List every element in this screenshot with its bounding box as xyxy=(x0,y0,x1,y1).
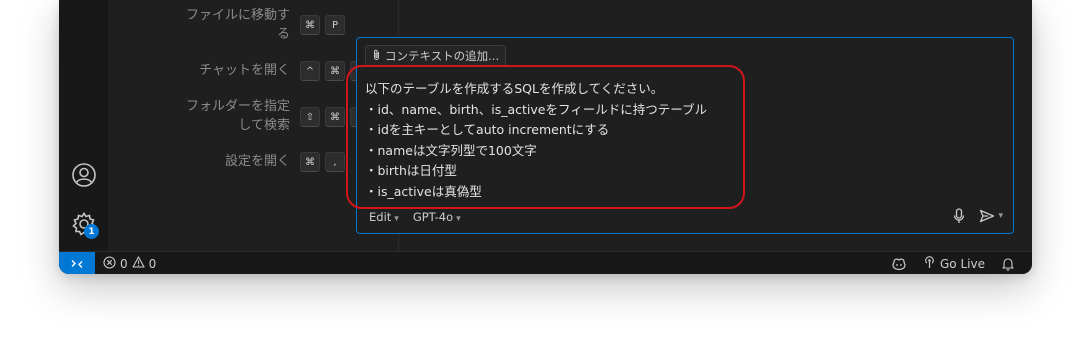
key-ctrl: ^ xyxy=(300,61,320,81)
go-live-button[interactable]: Go Live xyxy=(923,252,985,274)
broadcast-icon xyxy=(923,255,936,272)
add-context-button[interactable]: コンテキストの追加... xyxy=(365,45,507,67)
key-shift: ⇧ xyxy=(300,107,320,127)
chevron-down-icon: ▾ xyxy=(394,214,399,224)
notification-badge: 1 xyxy=(84,224,99,239)
send-icon xyxy=(980,209,995,223)
key-cmd: ⌘ xyxy=(300,15,320,35)
shortcut-keys-goto-file: ⌘ P xyxy=(300,15,345,35)
mode-picker[interactable]: Edit ▾ xyxy=(369,210,399,224)
warning-icon xyxy=(132,256,145,271)
shortcut-keys-open-settings: ⌘ , xyxy=(300,152,345,172)
status-bar: 0 0 Go Live xyxy=(59,251,1032,274)
add-context-label: コンテキストの追加... xyxy=(385,49,500,63)
copilot-icon[interactable] xyxy=(891,252,907,274)
remote-icon xyxy=(71,259,83,268)
model-picker[interactable]: GPT-4o ▾ xyxy=(413,210,461,224)
prompt-line: ・is_activeは真偽型 xyxy=(365,183,482,199)
shortcut-label-open-settings: 設定を開く xyxy=(224,154,290,169)
go-live-label: Go Live xyxy=(940,256,985,271)
key-cmd: ⌘ xyxy=(300,152,320,172)
account-icon[interactable] xyxy=(70,161,98,189)
prompt-line: ・nameは文字列型で100文字 xyxy=(365,142,537,158)
chevron-down-icon: ▾ xyxy=(998,211,1003,221)
shortcut-label-goto-file: ファイルに移動する xyxy=(185,8,290,42)
shortcut-label-open-chat: チャットを開く xyxy=(199,63,290,78)
problems-indicator[interactable]: 0 0 xyxy=(103,252,156,274)
error-icon xyxy=(103,255,116,272)
prompt-line: ・birthは日付型 xyxy=(365,163,457,178)
shortcut-label-find-in-folder: フォルダーを指定 して検索 xyxy=(185,99,290,133)
error-count: 0 xyxy=(120,256,128,271)
chat-toolbar: Edit ▾ GPT-4o ▾ xyxy=(369,210,461,224)
key-p: P xyxy=(325,15,345,35)
key-cmd: ⌘ xyxy=(325,107,345,127)
chat-input-box[interactable]: コンテキストの追加... 以下のテーブルを作成するSQLを作成してください。 ・… xyxy=(346,37,1014,234)
chevron-down-icon: ▾ xyxy=(456,214,461,224)
bell-icon[interactable] xyxy=(1002,252,1014,274)
send-button[interactable]: ▾ xyxy=(979,209,1003,223)
prompt-line: 以下のテーブルを作成するSQLを作成してください。 xyxy=(365,81,664,96)
prompt-line: ・idを主キーとしてauto incrementにする xyxy=(365,122,610,137)
prompt-line: ・id、name、birth、is_activeをフィールドに持つテーブル xyxy=(365,101,707,117)
activity-bar: 1 xyxy=(59,0,109,251)
key-cmd: ⌘ xyxy=(325,61,345,81)
key-comma: , xyxy=(325,152,345,172)
chat-prompt-text[interactable]: 以下のテーブルを作成するSQLを作成してください。 ・id、name、birth… xyxy=(365,79,745,202)
warning-count: 0 xyxy=(148,256,157,271)
microphone-icon[interactable] xyxy=(953,208,965,228)
paperclip-icon xyxy=(372,49,381,64)
remote-indicator-button[interactable] xyxy=(59,252,95,274)
vscode-window: 1 ファイルに移動する ⌘ P チャットを開く ^ ⌘ I フォルダーを指定して… xyxy=(59,0,1032,274)
